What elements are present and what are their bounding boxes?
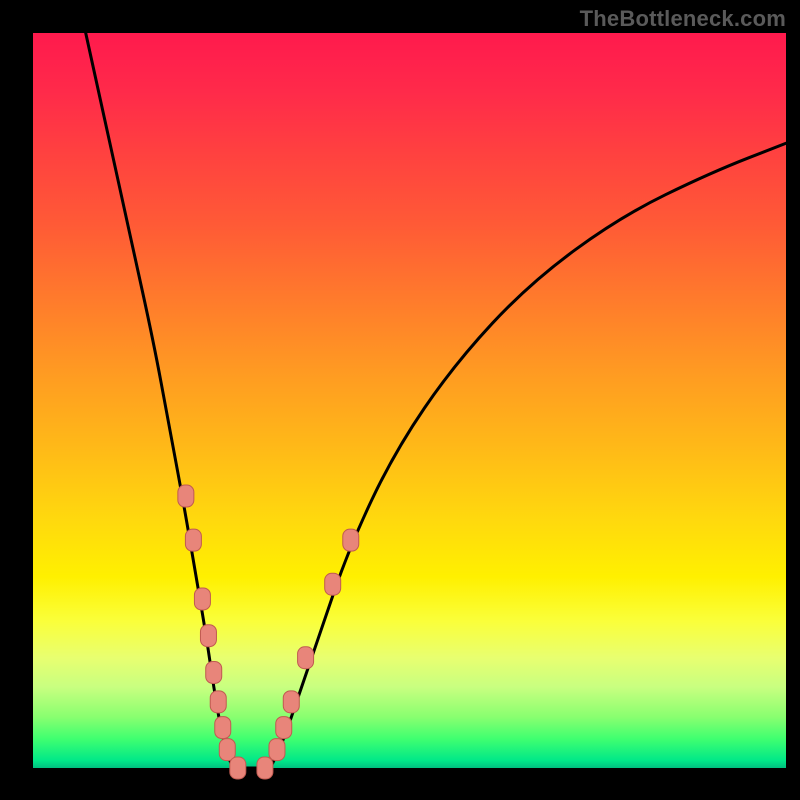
data-marker [283, 691, 299, 713]
data-marker [343, 529, 359, 551]
data-marker [185, 529, 201, 551]
data-marker [210, 691, 226, 713]
curve-right-branch [270, 143, 786, 768]
data-marker [200, 625, 216, 647]
chart-svg [33, 33, 786, 768]
data-marker [298, 647, 314, 669]
data-marker [276, 717, 292, 739]
data-marker [178, 485, 194, 507]
data-marker [215, 717, 231, 739]
chart-frame: TheBottleneck.com [0, 0, 800, 800]
data-marker [230, 757, 246, 779]
data-marker [219, 739, 235, 761]
watermark-text: TheBottleneck.com [580, 6, 786, 32]
data-marker [269, 739, 285, 761]
data-marker [257, 757, 273, 779]
curve-layer [86, 33, 786, 768]
data-marker [194, 588, 210, 610]
curve-left-branch [86, 33, 233, 768]
data-marker [325, 573, 341, 595]
marker-layer [178, 485, 359, 779]
data-marker [206, 661, 222, 683]
